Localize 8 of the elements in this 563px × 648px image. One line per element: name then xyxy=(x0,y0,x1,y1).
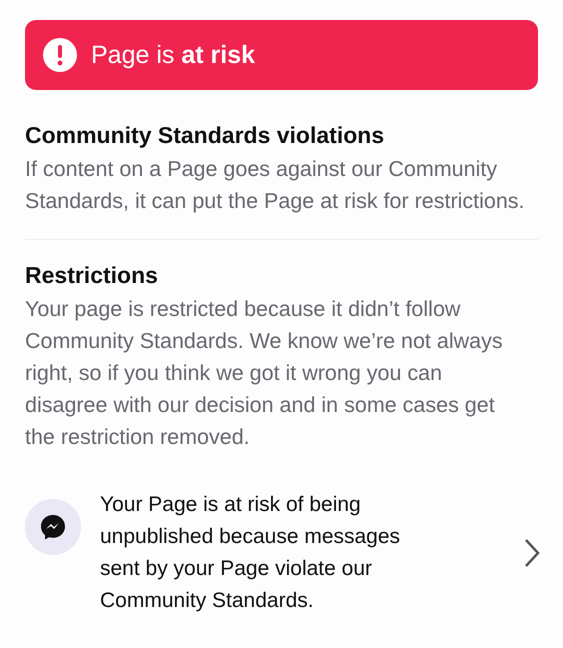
alert-icon xyxy=(43,38,77,72)
section-description: Your page is restricted because it didn’t follow Community Standards. We know we’re not always right, so if you think we got it wrong you can disagree with our decision and in some cases get the restriction removed. xyxy=(25,296,504,451)
chevron-right-icon[interactable] xyxy=(524,538,540,568)
banner-text: Page is at risk xyxy=(91,40,256,70)
item-text[interactable]: Your Page is at risk of being unpublished because messages sent by your Page violate our Community Standards. xyxy=(100,489,445,617)
section-title: Restrictions xyxy=(25,262,159,289)
section-title: Community Standards violations xyxy=(25,122,386,149)
section-description: If content on a Page goes against our Community Standards, it can put the Page at risk for restrictions. xyxy=(25,156,525,215)
